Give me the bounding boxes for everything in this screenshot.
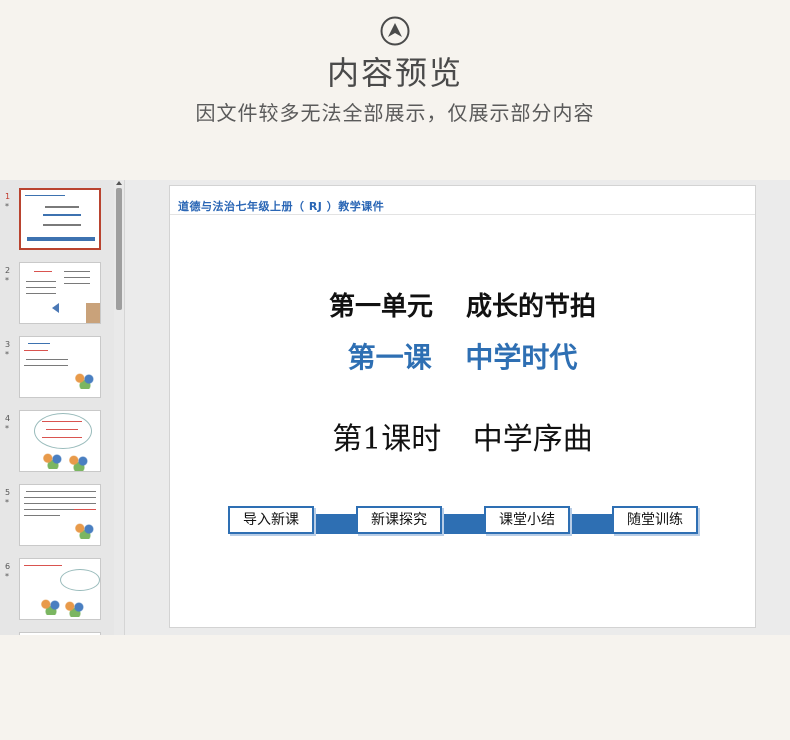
scroll-up-arrow-icon[interactable] [116, 181, 122, 185]
period-title: 第1课时 中学序曲 [332, 422, 593, 457]
thumbnail-row[interactable]: 5 * [0, 484, 114, 550]
presentation-viewer: 1 * 2 * 3 * 4 * 5 * 6 * 道德与法治七年级上册（ RJ ）… [0, 180, 790, 635]
up-arrow-circle-icon[interactable] [380, 16, 410, 46]
thumbnail-row[interactable]: 2 * [0, 262, 114, 328]
slide-star: * [5, 424, 9, 433]
nav-button-intro[interactable]: 导入新课 [228, 506, 314, 534]
slide-area: 道德与法治七年级上册（ RJ ）教学课件 第一单元 成长的节拍 第一课 中学时代… [125, 180, 790, 635]
thumbnail-row[interactable]: 4 * [0, 410, 114, 476]
thumbnail-row[interactable]: 7 [0, 632, 114, 635]
slide-thumbnail-4[interactable] [19, 410, 101, 472]
thumbnail-pane: 1 * 2 * 3 * 4 * 5 * 6 * [0, 180, 114, 635]
slide-thumbnail-5[interactable] [19, 484, 101, 546]
thumbnail-row[interactable]: 6 * [0, 558, 114, 624]
nav-button-explore[interactable]: 新课探究 [356, 506, 442, 534]
nav-button-summary[interactable]: 课堂小结 [484, 506, 570, 534]
slide-star: * [5, 202, 9, 211]
slide-star: * [5, 572, 9, 581]
thumbnail-scrollbar[interactable] [114, 180, 124, 635]
current-slide: 道德与法治七年级上册（ RJ ）教学课件 第一单元 成长的节拍 第一课 中学时代… [170, 186, 755, 627]
slide-header: 道德与法治七年级上册（ RJ ）教学课件 [178, 200, 385, 213]
scroll-thumb[interactable] [116, 188, 122, 310]
thumbnail-row[interactable]: 3 * [0, 336, 114, 402]
slide-star: * [5, 276, 9, 285]
preview-header: 内容预览 因文件较多无法全部展示，仅展示部分内容 [0, 0, 790, 180]
slide-number: 6 [5, 562, 11, 571]
slide-number: 2 [5, 266, 11, 275]
lesson-title: 第一课 中学时代 [347, 341, 578, 374]
slide-thumbnail-2[interactable] [19, 262, 101, 324]
slide-star: * [5, 498, 9, 507]
slide-star: * [5, 350, 9, 359]
slide-thumbnail-1[interactable] [19, 188, 101, 250]
slide-thumbnail-3[interactable] [19, 336, 101, 398]
nav-button-practice[interactable]: 随堂训练 [612, 506, 698, 534]
slide-thumbnail-7[interactable] [19, 632, 101, 635]
page-title: 内容预览 [326, 54, 463, 92]
slide-number: 5 [5, 488, 11, 497]
slide-number: 1 [5, 192, 11, 201]
slide-header-line [170, 214, 755, 215]
slide-thumbnail-6[interactable] [19, 558, 101, 620]
page-subtitle: 因文件较多无法全部展示，仅展示部分内容 [195, 101, 595, 125]
slide-number: 3 [5, 340, 11, 349]
thumbnail-row[interactable]: 1 * [0, 188, 114, 254]
unit-title: 第一单元 成长的节拍 [328, 292, 597, 322]
speaker-icon [52, 303, 59, 313]
slide-number: 4 [5, 414, 11, 423]
